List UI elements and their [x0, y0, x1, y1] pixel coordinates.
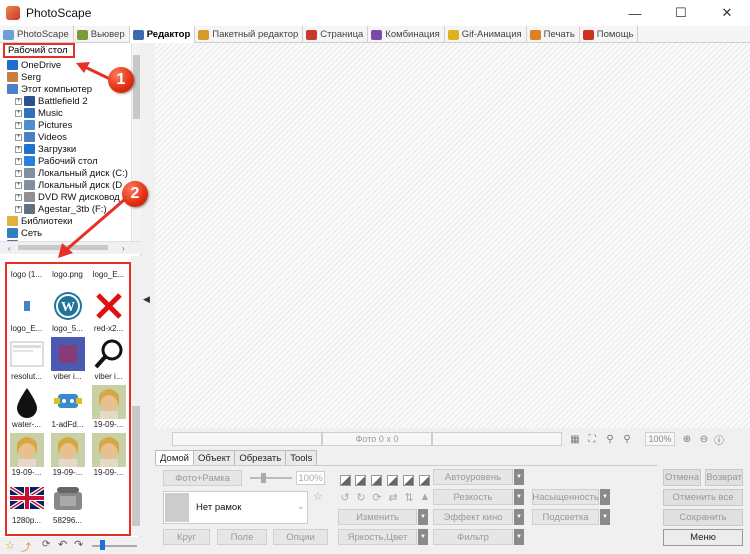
tab-комбинация[interactable]: Комбинация	[368, 26, 445, 43]
sharpen-button[interactable]: Резкость	[433, 489, 513, 505]
info-icon[interactable]: ⓘ	[713, 433, 725, 447]
photo-size-label: Фото 0 x 0	[322, 432, 432, 446]
flip-horizontal-icon[interactable]: ⇄	[387, 491, 399, 504]
corner-style-5-icon[interactable]	[403, 475, 414, 486]
frame-zoom-value[interactable]: 100%	[296, 471, 325, 485]
rotate-free-icon[interactable]: ⟳	[371, 491, 383, 504]
zoom-in-icon[interactable]: ⊕	[681, 433, 693, 445]
rotate-right-icon[interactable]: ↻	[355, 491, 367, 504]
maximize-button[interactable]: ☐	[658, 0, 704, 26]
auto-level-button[interactable]: Автоуровень	[433, 469, 513, 485]
photo-canvas[interactable]	[155, 43, 750, 428]
tab-label: Помощь	[596, 29, 634, 40]
corner-style-6-icon[interactable]	[419, 475, 430, 486]
backlight-button[interactable]: Подсветка	[532, 509, 599, 525]
tab-icon	[582, 29, 594, 40]
saturation-dropdown-arrow[interactable]: ▼	[600, 489, 610, 505]
options-button[interactable]: Опции	[273, 529, 328, 545]
filter-button[interactable]: Фильтр	[433, 529, 513, 545]
tab-label: Страница	[320, 29, 364, 40]
rotate-left-icon[interactable]: ↺	[339, 491, 351, 504]
tab-label: Пакетный редактор	[212, 29, 299, 40]
tab-gif-анимация[interactable]: Gif-Анимация	[445, 26, 527, 43]
film-effect-button[interactable]: Эффект кино	[433, 509, 513, 525]
tab-icon	[529, 29, 541, 40]
callout-arrow-1	[84, 65, 111, 81]
chevron-down-icon: ⌄	[297, 501, 305, 511]
sharpen-dropdown-arrow[interactable]: ▼	[514, 489, 524, 505]
film-effect-dropdown-arrow[interactable]: ▼	[514, 509, 524, 525]
save-button[interactable]: Сохранить	[663, 509, 743, 526]
zoom-actual-icon[interactable]: ⚲	[604, 433, 616, 445]
tab-icon	[447, 29, 459, 40]
zoom-fit-icon[interactable]: ⚲	[621, 433, 633, 445]
corner-style-4-icon[interactable]	[387, 475, 398, 486]
filter-dropdown-arrow[interactable]: ▼	[514, 529, 524, 545]
zoom-level: 100%	[645, 432, 675, 446]
resize-dropdown-arrow[interactable]: ▼	[418, 509, 428, 525]
tab-помощь[interactable]: Помощь	[580, 26, 639, 43]
editor-tabs: Домой Объект Обрезать Tools	[155, 450, 318, 465]
saturation-button[interactable]: Насыщенность	[532, 489, 599, 505]
favorite-star-icon[interactable]: ☆	[5, 539, 15, 552]
round-corners-icon[interactable]	[340, 475, 351, 486]
favorite-frame-star-icon[interactable]: ☆	[313, 490, 323, 503]
tab-icon	[306, 29, 318, 40]
forward-arrow-icon[interactable]: ↷	[74, 538, 83, 551]
frame-select-dropdown[interactable]: Нет рамок ⌄	[163, 491, 308, 524]
redo-button[interactable]: Возврат	[705, 469, 743, 486]
fit-icon[interactable]: ⛶	[586, 433, 598, 445]
canvas-status-bar: Фото 0 x 0 ▦ ⛶ ⚲ ⚲ 100% ⊕ ⊖ ⓘ	[155, 428, 750, 448]
tab-label: Печать	[543, 29, 575, 40]
flip-vertical-icon[interactable]: ⇅	[403, 491, 415, 504]
corner-style-2-icon[interactable]	[355, 475, 366, 486]
callout-highlight-thumbnails	[5, 262, 131, 536]
thumbnail-size-slider-handle[interactable]	[100, 540, 105, 550]
left-bottom-toolbar: ☆ ⤴ ⟳ ↶ ↷	[0, 537, 141, 554]
folder-up-icon[interactable]: ⤴	[21, 539, 31, 554]
collapse-panel-arrow[interactable]: ◀	[143, 294, 150, 305]
corner-style-3-icon[interactable]	[371, 475, 382, 486]
callout-badge-2: 2	[122, 181, 148, 207]
brightness-color-button[interactable]: Яркость,Цвет	[338, 529, 417, 545]
thumbnail-scrollbar[interactable]	[131, 256, 141, 536]
undo-button[interactable]: Отмена	[663, 469, 701, 486]
frame-select-value: Нет рамок	[196, 502, 242, 513]
grid-icon[interactable]: ▦	[569, 433, 581, 445]
menu-button[interactable]: Меню	[663, 529, 743, 546]
minimize-button[interactable]: —	[612, 0, 658, 26]
tab-icon	[371, 29, 383, 40]
callout-arrow-2	[65, 198, 125, 252]
circle-button[interactable]: Круг	[163, 529, 210, 545]
tab-label: Комбинация	[385, 29, 440, 40]
backlight-dropdown-arrow[interactable]: ▼	[600, 509, 610, 525]
resize-button[interactable]: Изменить	[338, 509, 417, 525]
thumbnail-size-slider[interactable]	[92, 545, 137, 547]
tab-icon	[198, 29, 210, 40]
editor-tab-1[interactable]: Объект	[192, 450, 236, 465]
undo-all-button[interactable]: Отменить все	[663, 489, 743, 506]
refresh-icon[interactable]: ⟳	[42, 539, 50, 550]
margin-button[interactable]: Поле	[217, 529, 267, 545]
back-arrow-icon[interactable]: ↶	[58, 538, 67, 551]
close-button[interactable]: ✕	[704, 0, 750, 26]
editor-tab-3[interactable]: Tools	[285, 450, 318, 465]
tab-пакетный-редактор[interactable]: Пакетный редактор	[195, 26, 304, 43]
editor-tab-2[interactable]: Обрезать	[234, 450, 287, 465]
frame-zoom-slider[interactable]	[250, 473, 292, 483]
frame-preview-swatch	[165, 493, 189, 522]
zoom-out-icon[interactable]: ⊖	[698, 433, 710, 445]
photo-frame-button[interactable]: Фото+Рамка	[163, 470, 242, 486]
callout-badge-1: 1	[108, 67, 134, 93]
tab-страница[interactable]: Страница	[303, 26, 369, 43]
auto-level-dropdown-arrow[interactable]: ▼	[514, 469, 524, 485]
callout-arrows	[58, 62, 125, 258]
straighten-icon[interactable]: ▲	[419, 491, 431, 503]
tab-печать[interactable]: Печать	[527, 26, 580, 43]
brightness-dropdown-arrow[interactable]: ▼	[418, 529, 428, 545]
editor-tab-0[interactable]: Домой	[155, 450, 194, 465]
tab-label: Gif-Анимация	[461, 29, 522, 40]
